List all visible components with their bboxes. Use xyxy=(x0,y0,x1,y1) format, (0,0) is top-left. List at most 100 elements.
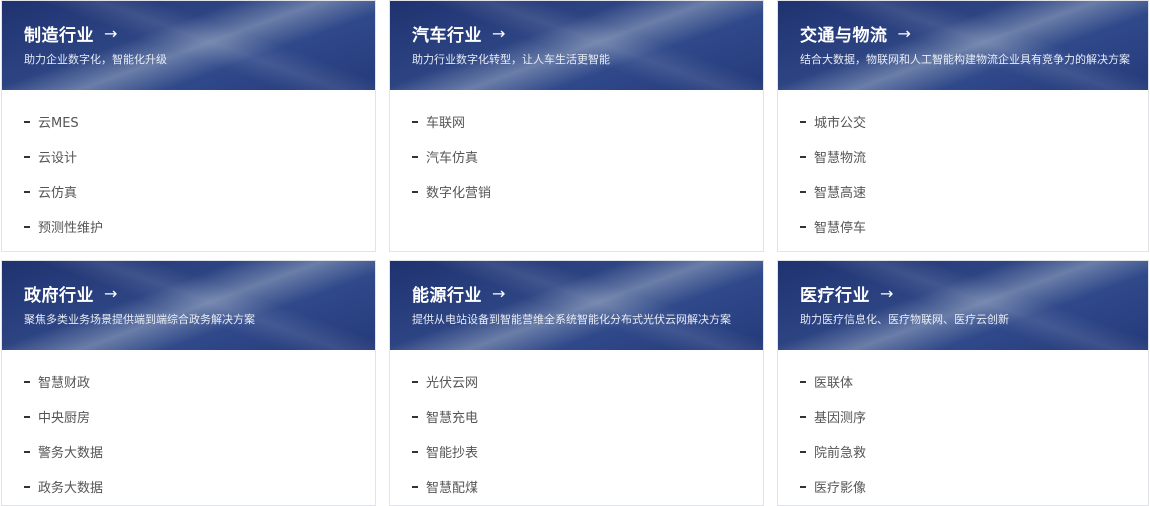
list-item[interactable]: 警务大数据 xyxy=(24,434,375,469)
list-item[interactable]: 中央厨房 xyxy=(24,399,375,434)
card-description: 助力行业数字化转型，让人车生活更智能 xyxy=(412,53,610,66)
card-header[interactable]: 汽车行业 → 助力行业数字化转型，让人车生活更智能 xyxy=(390,1,763,90)
list-item-label: 云设计 xyxy=(38,151,78,166)
arrow-right-icon: → xyxy=(897,23,912,43)
list-item[interactable]: 政务大数据 xyxy=(24,469,375,504)
solution-list: 智慧财政 中央厨房 警务大数据 政务大数据 xyxy=(2,350,375,504)
dash-icon xyxy=(24,190,30,193)
card-title[interactable]: 交通与物流 → xyxy=(800,21,911,46)
arrow-right-icon: → xyxy=(104,283,118,303)
list-item-label: 医联体 xyxy=(814,376,854,391)
list-item-label: 汽车仿真 xyxy=(426,151,479,166)
dash-icon xyxy=(800,155,806,158)
list-item-label: 智慧充电 xyxy=(426,411,479,426)
card-title[interactable]: 医疗行业 → xyxy=(800,281,894,306)
card-title-text: 汽车行业 xyxy=(412,26,482,46)
card-description: 助力企业数字化，智能化升级 xyxy=(24,53,167,66)
card-title[interactable]: 汽车行业 → xyxy=(412,21,506,46)
solution-list: 车联网 汽车仿真 数字化营销 xyxy=(390,90,763,209)
list-item[interactable]: 城市公交 xyxy=(800,104,1148,139)
list-item-label: 车联网 xyxy=(426,116,466,131)
list-item[interactable]: 医疗影像 xyxy=(800,469,1148,504)
card-title[interactable]: 能源行业 → xyxy=(412,281,506,306)
list-item-label: 智慧财政 xyxy=(38,376,91,391)
list-item[interactable]: 院前急救 xyxy=(800,434,1148,469)
list-item[interactable]: 数字化营销 xyxy=(412,174,763,209)
industry-card-energy: 能源行业 → 提供从电站设备到智能营维全系统智能化分布式光伏云网解决方案 光伏云… xyxy=(389,260,764,506)
card-header[interactable]: 能源行业 → 提供从电站设备到智能营维全系统智能化分布式光伏云网解决方案 xyxy=(390,261,763,350)
list-item-label: 智慧停车 xyxy=(814,221,867,236)
list-item[interactable]: 医联体 xyxy=(800,364,1148,399)
card-title-text: 政府行业 xyxy=(24,286,94,306)
list-item-label: 中央厨房 xyxy=(38,411,91,426)
list-item-label: 院前急救 xyxy=(814,446,867,461)
card-header[interactable]: 制造行业 → 助力企业数字化，智能化升级 xyxy=(2,1,375,90)
list-item[interactable]: 智慧财政 xyxy=(24,364,375,399)
dash-icon xyxy=(800,415,806,418)
arrow-right-icon: → xyxy=(880,283,894,303)
dash-icon xyxy=(24,380,30,383)
arrow-right-icon: → xyxy=(492,23,506,43)
list-item-label: 智能抄表 xyxy=(426,446,479,461)
list-item[interactable]: 智慧高速 xyxy=(800,174,1148,209)
industry-card-transport-logistics: 交通与物流 → 结合大数据，物联网和人工智能构建物流企业具有竞争力的解决方案 城… xyxy=(777,0,1149,252)
list-item-label: 云仿真 xyxy=(38,186,78,201)
card-header[interactable]: 医疗行业 → 助力医疗信息化、医疗物联网、医疗云创新 xyxy=(778,261,1148,350)
list-item-label: 云MES xyxy=(38,116,79,131)
list-item-label: 数字化营销 xyxy=(426,186,492,201)
arrow-right-icon: → xyxy=(104,23,118,43)
list-item-label: 智慧配煤 xyxy=(426,481,479,496)
list-item[interactable]: 智慧配煤 xyxy=(412,469,763,504)
list-item-label: 智慧高速 xyxy=(814,186,867,201)
list-item[interactable]: 智慧物流 xyxy=(800,139,1148,174)
list-item-label: 智慧物流 xyxy=(814,151,867,166)
dash-icon xyxy=(24,485,30,488)
card-header[interactable]: 交通与物流 → 结合大数据，物联网和人工智能构建物流企业具有竞争力的解决方案 xyxy=(778,1,1148,90)
card-title[interactable]: 政府行业 → xyxy=(24,281,118,306)
card-description: 助力医疗信息化、医疗物联网、医疗云创新 xyxy=(800,313,1009,326)
list-item[interactable]: 云设计 xyxy=(24,139,375,174)
list-item[interactable]: 智慧停车 xyxy=(800,209,1148,244)
list-item[interactable]: 智能抄表 xyxy=(412,434,763,469)
card-description: 结合大数据，物联网和人工智能构建物流企业具有竞争力的解决方案 xyxy=(800,53,1130,66)
list-item[interactable]: 基因测序 xyxy=(800,399,1148,434)
card-title-text: 交通与物流 xyxy=(800,26,888,46)
list-item-label: 警务大数据 xyxy=(38,446,104,461)
list-item-label: 光伏云网 xyxy=(426,376,479,391)
dash-icon xyxy=(800,380,806,383)
dash-icon xyxy=(412,190,418,193)
solution-list: 云MES 云设计 云仿真 预测性维护 xyxy=(2,90,375,244)
list-item[interactable]: 汽车仿真 xyxy=(412,139,763,174)
arrow-right-icon: → xyxy=(492,283,506,303)
card-description: 提供从电站设备到智能营维全系统智能化分布式光伏云网解决方案 xyxy=(412,313,731,326)
list-item-label: 政务大数据 xyxy=(38,481,104,496)
card-title[interactable]: 制造行业 → xyxy=(24,21,118,46)
industry-card-healthcare: 医疗行业 → 助力医疗信息化、医疗物联网、医疗云创新 医联体 基因测序 院前急救… xyxy=(777,260,1149,506)
solution-list: 医联体 基因测序 院前急救 医疗影像 xyxy=(778,350,1148,504)
dash-icon xyxy=(800,225,806,228)
list-item[interactable]: 云仿真 xyxy=(24,174,375,209)
dash-icon xyxy=(412,155,418,158)
list-item[interactable]: 车联网 xyxy=(412,104,763,139)
dash-icon xyxy=(24,415,30,418)
dash-icon xyxy=(412,415,418,418)
list-item[interactable]: 光伏云网 xyxy=(412,364,763,399)
list-item-label: 医疗影像 xyxy=(814,481,867,496)
list-item-label: 基因测序 xyxy=(814,411,867,426)
list-item-label: 城市公交 xyxy=(814,116,867,131)
solution-list: 城市公交 智慧物流 智慧高速 智慧停车 xyxy=(778,90,1148,244)
dash-icon xyxy=(800,450,806,453)
industry-card-government: 政府行业 → 聚焦多类业务场景提供端到端综合政务解决方案 智慧财政 中央厨房 警… xyxy=(1,260,376,506)
dash-icon xyxy=(24,450,30,453)
dash-icon xyxy=(412,380,418,383)
card-title-text: 制造行业 xyxy=(24,26,94,46)
card-description: 聚焦多类业务场景提供端到端综合政务解决方案 xyxy=(24,313,255,326)
dash-icon xyxy=(800,190,806,193)
dash-icon xyxy=(800,485,806,488)
card-header[interactable]: 政府行业 → 聚焦多类业务场景提供端到端综合政务解决方案 xyxy=(2,261,375,350)
dash-icon xyxy=(24,225,30,228)
list-item[interactable]: 智慧充电 xyxy=(412,399,763,434)
dash-icon xyxy=(800,120,806,123)
list-item[interactable]: 预测性维护 xyxy=(24,209,375,244)
list-item[interactable]: 云MES xyxy=(24,104,375,139)
